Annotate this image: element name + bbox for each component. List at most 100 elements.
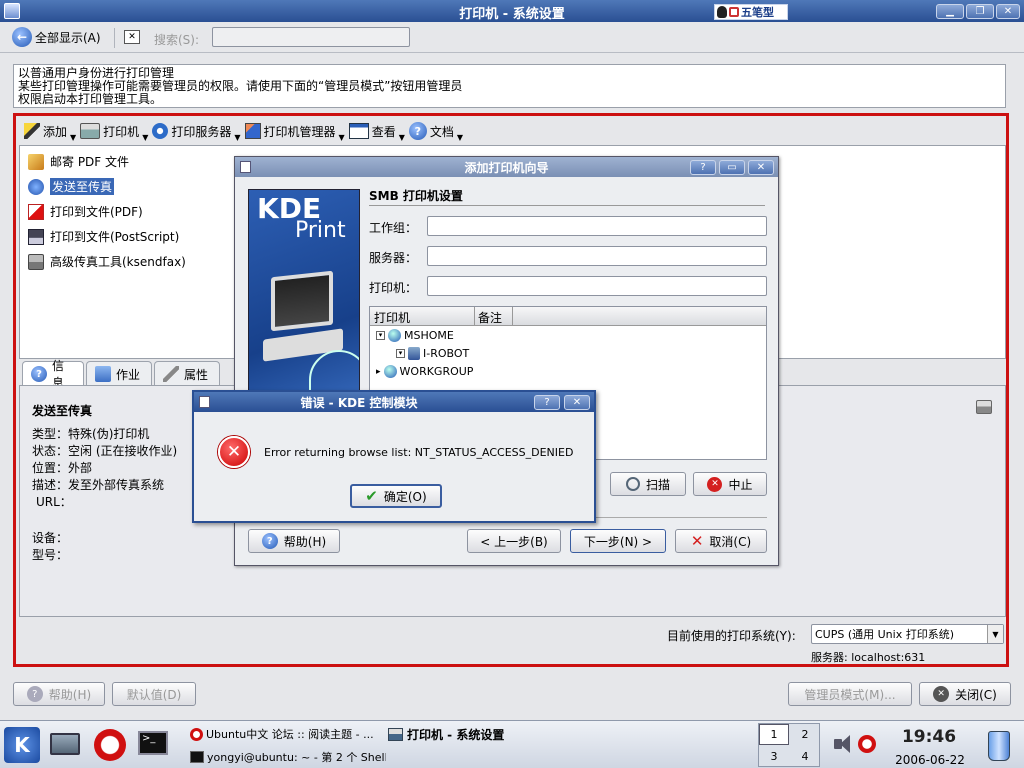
wizard-help-button[interactable]: ?	[690, 160, 716, 175]
desktop-1-label: 1	[770, 728, 778, 741]
server-input[interactable]	[427, 246, 767, 266]
view-menu[interactable]: 查看 ▼	[348, 120, 405, 142]
show-all-button[interactable]: ← 全部显示(A)	[12, 27, 101, 47]
maximize-icon: ▭	[727, 162, 737, 173]
abort-button[interactable]: ✕ 中止	[693, 472, 767, 496]
info-value: 空闲 (正在接收作业)	[68, 444, 178, 458]
error-help-button[interactable]: ?	[534, 395, 560, 410]
chevron-down-icon: ▼	[987, 625, 1003, 643]
opera-launcher[interactable]	[94, 729, 126, 761]
kde-menu-button[interactable]: K	[4, 727, 40, 763]
next-button[interactable]: 下一步(N) >	[570, 529, 666, 553]
printing-system-select[interactable]: CUPS (通用 Unix 打印系统) ▼	[811, 624, 1004, 644]
taskbar: K >_ Ubuntu中文 论坛 :: 阅读主题 - ... 打印机 - 系统设…	[0, 720, 1024, 768]
printer-input[interactable]	[427, 276, 767, 296]
mail-pdf-icon	[28, 153, 44, 170]
trash-button[interactable]	[986, 729, 1012, 763]
close-window-button[interactable]: ✕	[996, 4, 1020, 19]
maximize-button[interactable]: ❐	[966, 4, 994, 19]
defaults-button[interactable]: 默认值(D)	[112, 682, 196, 706]
cancel-button[interactable]: ✕ 取消(C)	[675, 529, 767, 553]
computer-icon	[408, 347, 420, 360]
tab-info[interactable]: ? 信息	[22, 359, 84, 390]
fax-tool-icon	[28, 253, 44, 270]
help-label: 帮助(H)	[48, 687, 92, 702]
wizard-help-action[interactable]: ? 帮助(H)	[248, 529, 340, 553]
workgroup-label: 工作组：	[369, 221, 418, 235]
help-button[interactable]: ? 帮助(H)	[13, 682, 105, 706]
tray-opera-icon[interactable]	[858, 735, 876, 753]
admin-mode-button[interactable]: 管理员模式(M)...	[788, 682, 912, 706]
desktop-1[interactable]: 1	[759, 724, 789, 745]
print-server-label: 打印服务器	[171, 124, 232, 139]
tab-jobs[interactable]: 作业	[86, 361, 152, 386]
wizard-close-button[interactable]: ✕	[748, 160, 774, 175]
add-menu[interactable]: 添加 ▼	[24, 120, 76, 142]
info-row-status: 状态：空闲 (正在接收作业)	[32, 443, 177, 460]
workgroup-input[interactable]	[427, 216, 767, 236]
tree-label: MSHOME	[404, 329, 454, 342]
task-terminal[interactable]: yongyi@ubuntu: ~ - 第 2 个 Shell	[190, 747, 386, 767]
minimize-icon: ▁	[946, 6, 954, 17]
title-bar: 打印机 - 系统设置 五笔型 ▁ ❐ ✕	[0, 0, 1024, 22]
volume-button[interactable]	[832, 735, 852, 755]
printer-manager-menu[interactable]: 打印机管理器 ▼	[244, 120, 345, 142]
view-window-icon	[348, 123, 369, 139]
scan-button[interactable]: 扫描	[610, 472, 686, 496]
monitor-icon	[271, 270, 333, 332]
expand-icon: ▸	[376, 366, 381, 377]
back-label: < 上一步(B)	[480, 534, 548, 549]
tree-item-workgroup[interactable]: ▸ WORKGROUP	[376, 365, 473, 378]
print-server-menu[interactable]: 打印服务器 ▼	[152, 120, 241, 142]
pdf-icon	[28, 203, 44, 220]
ime-badge: 五笔型	[741, 6, 774, 19]
printer-label: 打印机	[103, 124, 140, 139]
abort-label: 中止	[728, 477, 753, 492]
tree-item-mshome[interactable]: ▾ MSHOME	[376, 329, 454, 342]
wizard-maximize-button[interactable]: ▭	[719, 160, 745, 175]
error-close-button[interactable]: ✕	[564, 395, 590, 410]
cancel-label: 取消(C)	[709, 534, 752, 549]
close-button[interactable]: ✕ 关闭(C)	[919, 682, 1011, 706]
notice-line-3: 权限启动本打印管理工具。	[18, 92, 163, 106]
back-arrow-icon: ←	[12, 27, 32, 47]
clear-search-button[interactable]: ✕	[124, 30, 140, 44]
server-label: 服务器：	[369, 251, 418, 265]
printer-menu[interactable]: 打印机 ▼	[80, 120, 148, 142]
clock-time[interactable]: 19:46	[894, 727, 964, 747]
documentation-menu[interactable]: ? 文档 ▼	[408, 120, 464, 142]
dropdown-arrow-icon: ▼	[338, 132, 345, 142]
search-label: 搜索(S):	[154, 33, 200, 47]
ok-label: 确定(O)	[383, 489, 427, 504]
desktop-4[interactable]: 4	[790, 746, 820, 767]
minimize-button[interactable]: ▁	[936, 4, 964, 19]
back-button[interactable]: < 上一步(B)	[467, 529, 561, 553]
desktop-3[interactable]: 3	[759, 746, 789, 767]
task-browser[interactable]: Ubuntu中文 论坛 :: 阅读主题 - ...	[190, 723, 386, 745]
ok-button[interactable]: ✔ 确定(O)	[350, 484, 442, 508]
info-row-description: 描述：发至外部传真系统	[32, 477, 177, 494]
ime-indicator[interactable]: 五笔型	[714, 4, 788, 20]
wizard-help-label: 帮助(H)	[283, 534, 327, 549]
collapse-icon: ▾	[376, 331, 385, 340]
column-printer[interactable]: 打印机	[374, 309, 410, 326]
task-terminal-label: yongyi@ubuntu: ~ - 第 2 个 Shell	[207, 751, 386, 764]
terminal-launcher[interactable]: >_	[136, 729, 170, 761]
column-note[interactable]: 备注	[478, 309, 502, 326]
search-input[interactable]	[212, 27, 410, 47]
folder-icon	[95, 366, 111, 382]
dropdown-arrow-icon: ▼	[456, 132, 464, 142]
task-printer-label: 打印机 - 系统设置	[407, 727, 505, 742]
tab-properties[interactable]: 属性	[154, 361, 220, 386]
server-gear-icon	[152, 123, 169, 139]
desktop-launcher[interactable]	[48, 731, 82, 761]
cancel-x-icon: ✕	[690, 532, 704, 550]
info-icon: ?	[31, 366, 47, 382]
network-globe-icon	[388, 329, 401, 342]
desktop-2[interactable]: 2	[790, 724, 820, 745]
fax-icon	[28, 178, 44, 195]
defaults-label: 默认值(D)	[126, 687, 182, 702]
tree-item-i-robot[interactable]: ▾ I-ROBOT	[396, 347, 469, 360]
dropdown-arrow-icon: ▼	[398, 132, 405, 142]
task-printer-settings[interactable]: 打印机 - 系统设置	[388, 723, 588, 745]
